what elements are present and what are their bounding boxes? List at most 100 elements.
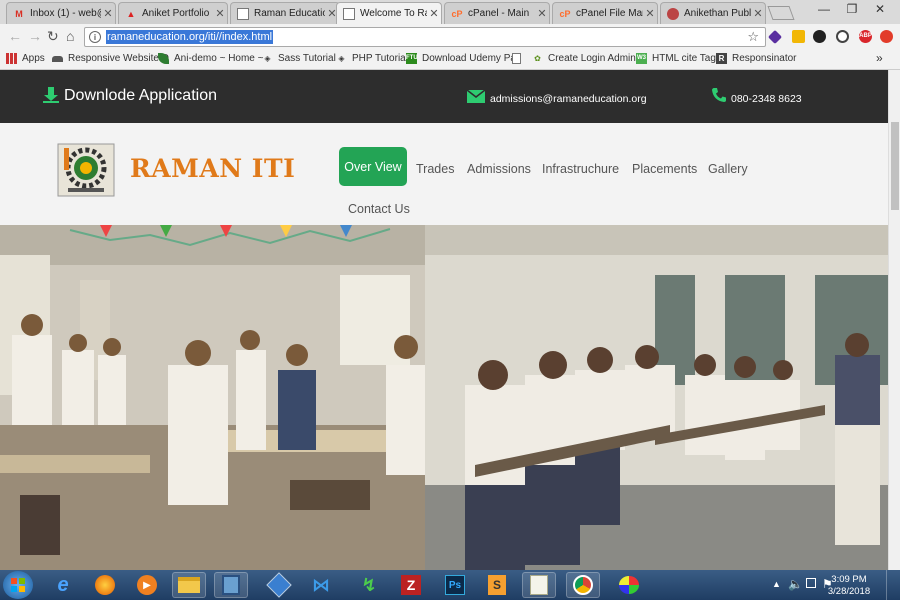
bookmark-apps[interactable]: Apps — [6, 53, 45, 64]
scrollbar-thumb[interactable] — [891, 122, 899, 210]
network-tray-icon[interactable] — [806, 578, 816, 588]
nav-infrastructure[interactable]: Infrastruchure — [542, 162, 619, 176]
close-window-icon[interactable]: ✕ — [868, 2, 892, 16]
workshop-photo — [0, 225, 425, 570]
browser-tab[interactable]: Anikethan Public ✕ — [660, 2, 766, 24]
nav-contact-us[interactable]: Contact Us — [348, 202, 410, 216]
vscode-icon[interactable]: ⋈ — [304, 572, 338, 598]
maximize-icon[interactable]: ❐ — [840, 2, 864, 16]
nav-gallery[interactable]: Gallery — [708, 162, 748, 176]
info-icon[interactable]: i — [89, 31, 101, 43]
bookmark-item[interactable] — [512, 53, 526, 64]
filezilla-green-icon[interactable]: ↯ — [352, 572, 386, 598]
nav-placements[interactable]: Placements — [632, 162, 697, 176]
r-icon: R — [716, 53, 727, 64]
page-scrollbar[interactable] — [888, 70, 900, 570]
close-tab-icon[interactable]: ✕ — [535, 7, 549, 20]
nav-admissions[interactable]: Admissions — [467, 162, 531, 176]
download-icon — [42, 86, 60, 109]
site-logo-text[interactable]: RAMAN ITI — [130, 154, 295, 183]
close-tab-icon[interactable]: ✕ — [213, 7, 227, 20]
photoshop-icon[interactable]: Ps — [438, 572, 472, 598]
forward-arrow-icon[interactable]: → — [28, 28, 42, 44]
site-topbar: Downlode Application admissions@ramanedu… — [0, 70, 888, 123]
clock-date: 3/28/2018 — [827, 586, 871, 597]
page-icon — [343, 7, 355, 20]
extension-icon[interactable] — [767, 29, 783, 45]
back-arrow-icon[interactable]: ← — [8, 28, 22, 44]
bookmarks-overflow-button[interactable]: » — [876, 51, 883, 65]
bookmark-item[interactable]: Responsive Website D — [52, 53, 169, 64]
browser-tab[interactable]: ▲ Aniket Portfolio ✕ — [118, 2, 228, 24]
windows-start-icon[interactable] — [3, 571, 33, 599]
bookmark-item[interactable]: W3 HTML cite Tag — [636, 53, 716, 64]
browser-tab[interactable]: cP cPanel File Mana ✕ — [552, 2, 658, 24]
envelope-icon — [466, 89, 486, 108]
network-icon[interactable] — [214, 572, 248, 598]
close-tab-icon[interactable]: ✕ — [427, 7, 441, 20]
clock-extension-icon[interactable] — [836, 30, 849, 43]
reload-icon[interactable]: ↻ — [47, 28, 59, 45]
internet-explorer-icon[interactable]: e — [46, 572, 80, 598]
classroom-photo — [425, 225, 888, 570]
media-player-icon[interactable]: ▶ — [130, 572, 164, 598]
leaf-icon — [158, 53, 169, 64]
clock-time: 3:09 PM — [831, 574, 867, 585]
extension-red-icon[interactable] — [880, 30, 893, 43]
paint-icon[interactable] — [612, 572, 646, 598]
show-desktop-button[interactable] — [886, 570, 900, 600]
diamond-icon: ◈ — [338, 54, 345, 63]
close-tab-icon[interactable]: ✕ — [751, 7, 765, 20]
notepad-icon[interactable] — [522, 572, 556, 598]
email-link[interactable]: admissions@ramaneducation.org — [490, 93, 647, 105]
bookmark-item[interactable]: ◈ PHP Tutorial — [336, 53, 408, 64]
url-text[interactable]: ramaneducation.org/iti//index.html — [106, 30, 274, 44]
browser-tab[interactable]: Raman Education ✕ — [230, 2, 340, 24]
car-icon — [52, 55, 63, 62]
bookmark-item[interactable]: R Responsinator — [716, 53, 796, 64]
virtualbox-icon[interactable] — [262, 572, 296, 598]
w3-icon: W3 — [636, 53, 647, 64]
gmail-icon: M — [15, 8, 23, 19]
browser-tab[interactable]: M Inbox (1) - web@ ✕ — [6, 2, 116, 24]
sublime-text-icon[interactable]: S — [480, 572, 514, 598]
browser-tab-strip: M Inbox (1) - web@ ✕ ▲ Aniket Portfolio … — [0, 0, 900, 24]
bookmark-item[interactable]: ✿ Create Login Admin — [532, 53, 636, 64]
bookmark-star-icon[interactable]: ☆ — [747, 29, 759, 45]
download-application-link[interactable]: Downlode Application — [64, 87, 217, 105]
adblock-icon[interactable]: ABP — [859, 30, 872, 43]
address-bar[interactable]: i ramaneducation.org/iti//index.html ☆ — [84, 27, 766, 47]
page-icon — [237, 7, 249, 20]
new-tab-button[interactable] — [767, 6, 795, 20]
document-icon — [512, 53, 521, 64]
volume-icon[interactable]: 🔈 — [788, 577, 803, 591]
bookmark-item[interactable]: FTU Download Udemy Pa — [406, 53, 516, 64]
file-explorer-icon[interactable] — [172, 572, 206, 598]
nav-trades[interactable]: Trades — [416, 162, 454, 176]
system-clock[interactable]: 3:09 PM 3/28/2018 — [826, 574, 872, 598]
close-tab-icon[interactable]: ✕ — [643, 7, 657, 20]
raman-iti-logo[interactable] — [54, 140, 118, 200]
close-tab-icon[interactable]: ✕ — [101, 7, 115, 20]
portfolio-icon: ▲ — [126, 8, 136, 19]
bookmarks-bar: Apps Responsive Website D Ani-demo ~ Hom… — [0, 50, 900, 70]
browser-tab-active[interactable]: Welcome To Ram ✕ — [336, 2, 442, 24]
minimize-icon[interactable]: — — [812, 2, 836, 16]
cpanel-icon: cP — [559, 8, 571, 19]
browser-tab[interactable]: cP cPanel - Main ✕ — [444, 2, 550, 24]
show-hidden-icons-icon[interactable]: ▲ — [772, 579, 781, 589]
firefox-icon[interactable] — [88, 572, 122, 598]
cpanel-icon: cP — [451, 8, 463, 19]
toolbar: ← → ↻ ⌂ i ramaneducation.org/iti//index.… — [0, 24, 900, 50]
filezilla-icon[interactable]: Z — [394, 572, 428, 598]
bookmark-item[interactable]: ◈ Sass Tutorial — [262, 53, 335, 64]
phone-number[interactable]: 080-2348 8623 — [731, 93, 802, 105]
chrome-icon[interactable] — [566, 572, 600, 598]
home-icon[interactable]: ⌂ — [66, 28, 74, 44]
ftu-icon: FTU — [406, 53, 418, 64]
nav-over-view[interactable]: Over View — [339, 147, 407, 186]
color-picker-icon[interactable] — [792, 30, 805, 43]
bookmark-item[interactable]: Ani-demo ~ Home ~ — [158, 53, 264, 64]
apps-grid-icon — [6, 53, 17, 64]
extension-dark-icon[interactable] — [813, 30, 826, 43]
